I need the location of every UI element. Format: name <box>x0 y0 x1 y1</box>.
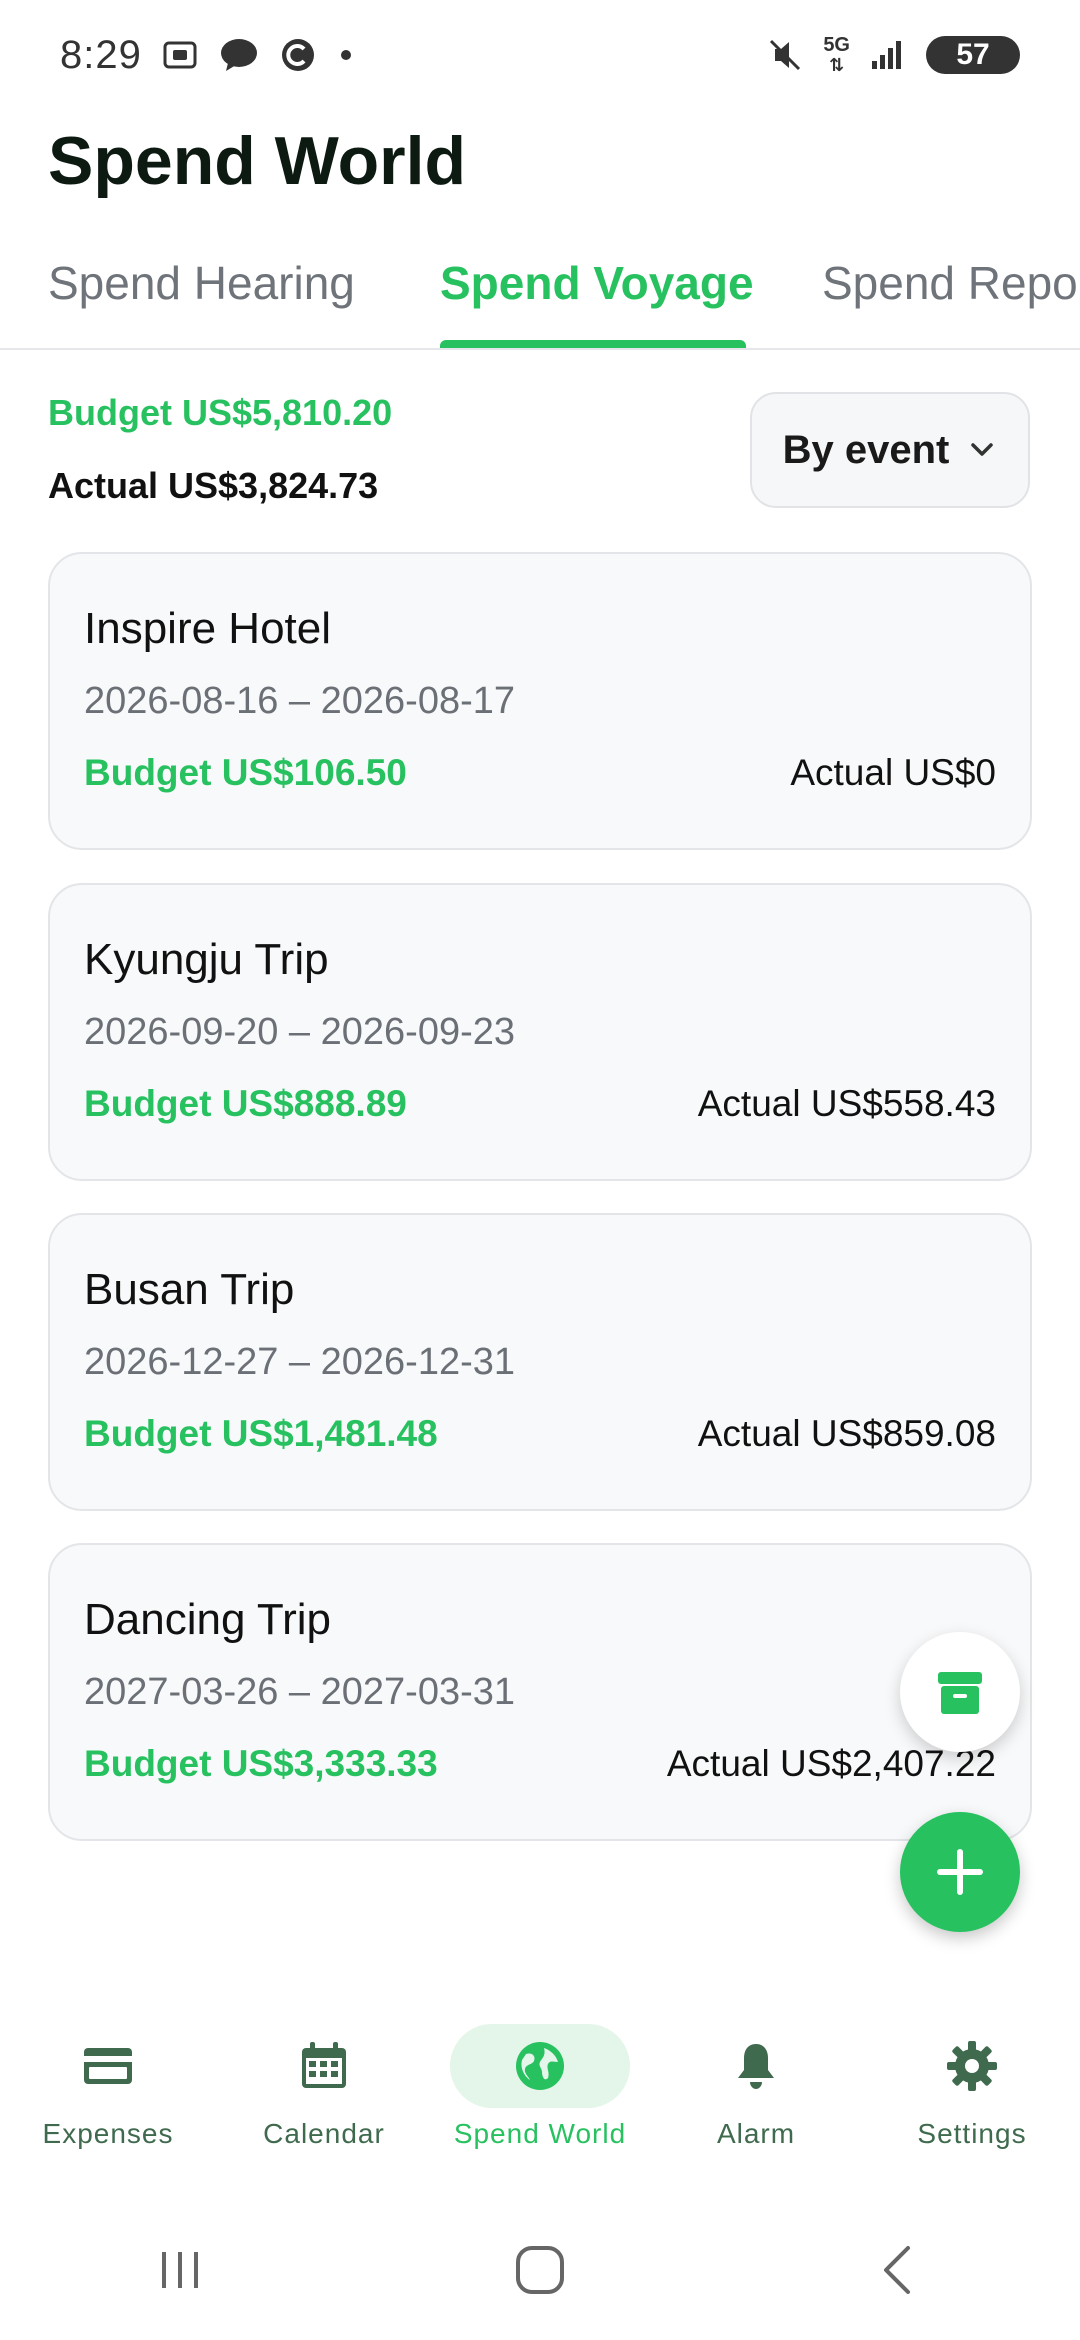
event-budget: Budget US$888.89 <box>84 1083 407 1124</box>
nav-item-expenses[interactable]: Expenses <box>0 2010 216 2180</box>
event-dates: 2026-12-27 – 2026-12-31 <box>84 1341 516 1383</box>
event-actual: Actual US$859.08 <box>697 1413 996 1454</box>
back-icon[interactable] <box>870 2240 930 2300</box>
network-5g: 5G ⇅ <box>823 34 850 75</box>
event-card-busan-trip[interactable]: Busan Trip 2026-12-27 – 2026-12-31 Budge… <box>48 1213 1032 1511</box>
page-title: Spend World <box>48 123 467 199</box>
nav-item-settings[interactable]: Settings <box>864 2010 1080 2180</box>
add-event-button[interactable] <box>900 1812 1020 1932</box>
credit-card-icon <box>84 2048 132 2084</box>
event-actual: Actual US$0 <box>790 752 996 793</box>
total-budget: Budget US$5,810.20 <box>48 392 393 433</box>
nav-label: Settings <box>917 2118 1027 2149</box>
dropdown-label: By event <box>782 427 950 472</box>
archive-icon <box>938 1672 982 1714</box>
battery-level: 57 <box>956 38 990 71</box>
nav-label: Calendar <box>263 2118 385 2149</box>
nav-icon-container <box>18 2024 198 2108</box>
home-icon[interactable] <box>510 2240 570 2300</box>
event-actual: Actual US$558.43 <box>697 1083 996 1124</box>
nav-icon-container <box>882 2024 1062 2108</box>
status-bar: 8:29 5G ⇅ 57 <box>0 0 1080 110</box>
event-title: Inspire Hotel <box>84 604 332 653</box>
tab-bar: Spend Hearing Spend Voyage Spend Repo <box>0 236 1080 350</box>
screenshot-icon <box>163 41 197 69</box>
globe-icon <box>516 2042 564 2090</box>
group-by-dropdown[interactable]: By event <box>750 392 1030 508</box>
talk-icon <box>220 39 257 71</box>
data-arrows-icon: ⇅ <box>829 55 845 75</box>
tab-spend-repo[interactable]: Spend Repo <box>822 256 1078 310</box>
gear-icon <box>947 2041 997 2091</box>
nav-icon-container <box>450 2024 630 2108</box>
archive-button[interactable] <box>900 1632 1020 1752</box>
nav-label: Expenses <box>42 2118 174 2149</box>
mute-icon <box>770 39 801 71</box>
calendar-icon <box>302 2042 346 2088</box>
tab-spend-voyage[interactable]: Spend Voyage <box>440 256 754 310</box>
status-time: 8:29 <box>60 32 142 77</box>
nav-icon-container <box>666 2024 846 2108</box>
event-budget: Budget US$1,481.48 <box>84 1413 438 1454</box>
signal-icon <box>872 41 901 69</box>
event-dates: 2026-08-16 – 2026-08-17 <box>84 680 516 722</box>
event-card-inspire-hotel[interactable]: Inspire Hotel 2026-08-16 – 2026-08-17 Bu… <box>48 552 1032 850</box>
chevron-down-icon <box>971 443 994 456</box>
nav-item-calendar[interactable]: Calendar <box>216 2010 432 2180</box>
event-card-dancing-trip[interactable]: Dancing Trip 2027-03-26 – 2027-03-31 Bud… <box>48 1543 1032 1841</box>
plus-icon <box>937 1849 983 1895</box>
bell-icon <box>738 2044 774 2089</box>
nav-label: Alarm <box>716 2118 796 2149</box>
system-navigation <box>0 2200 1080 2340</box>
nav-item-alarm[interactable]: Alarm <box>648 2010 864 2180</box>
event-title: Busan Trip <box>84 1265 295 1314</box>
battery-indicator: 57 <box>926 36 1020 74</box>
status-left: 8:29 <box>60 33 356 78</box>
bottom-navigation: Expenses Calendar Spend World Alarm Sett… <box>0 2010 1080 2180</box>
event-dates: 2026-09-20 – 2026-09-23 <box>84 1011 516 1053</box>
tab-active-indicator <box>440 340 746 348</box>
status-right: 5G ⇅ 57 <box>765 35 1020 75</box>
event-budget: Budget US$3,333.33 <box>84 1743 438 1784</box>
event-title: Dancing Trip <box>84 1595 332 1644</box>
recent-apps-icon[interactable] <box>150 2240 210 2300</box>
nav-icon-container <box>234 2024 414 2108</box>
c-badge-icon <box>281 39 314 71</box>
dot-icon <box>340 50 351 60</box>
event-budget: Budget US$106.50 <box>84 752 407 793</box>
event-card-kyungju-trip[interactable]: Kyungju Trip 2026-09-20 – 2026-09-23 Bud… <box>48 883 1032 1181</box>
tab-spend-hearing[interactable]: Spend Hearing <box>48 256 355 310</box>
nav-item-spend-world[interactable]: Spend World <box>432 2010 648 2180</box>
event-dates: 2027-03-26 – 2027-03-31 <box>84 1671 516 1713</box>
event-title: Kyungju Trip <box>84 935 329 984</box>
total-actual: Actual US$3,824.73 <box>48 465 379 506</box>
nav-label: Spend World <box>453 2118 627 2149</box>
